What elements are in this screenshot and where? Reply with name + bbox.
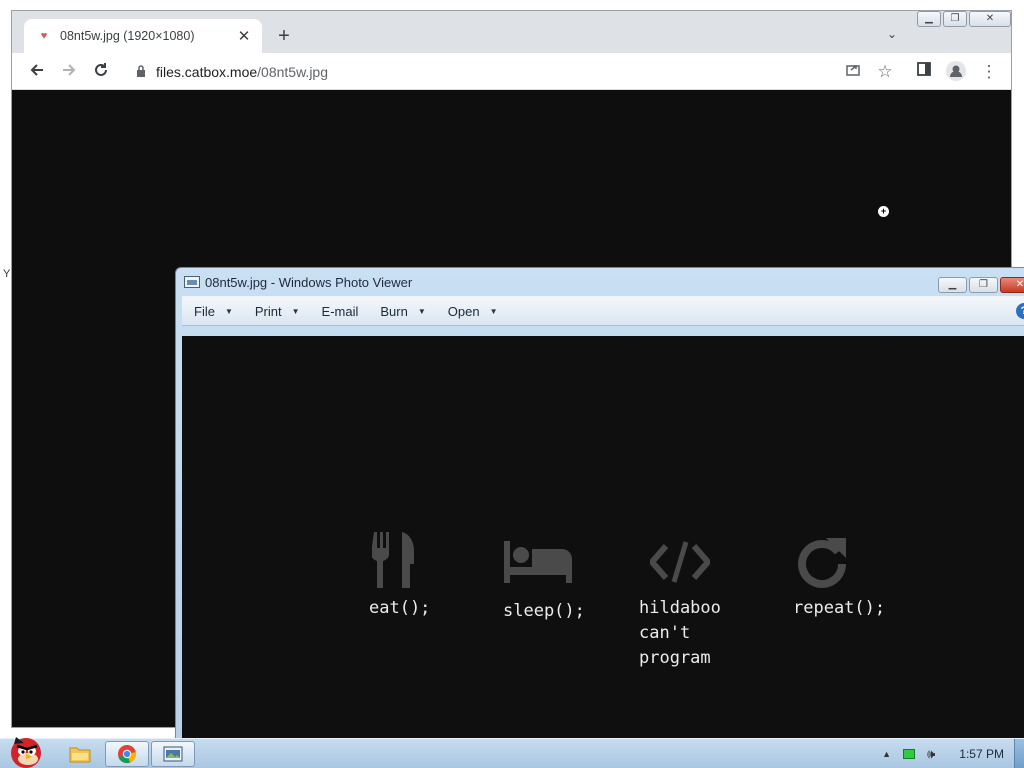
- catbox-favicon-icon: ♥: [40, 30, 48, 42]
- menu-email[interactable]: E-mail: [322, 304, 359, 319]
- photo-canvas[interactable]: eat(); sleep(); hildaboo can't program r…: [182, 336, 1024, 746]
- photo-viewer-icon[interactable]: [151, 741, 195, 767]
- share-icon[interactable]: [842, 61, 864, 83]
- menu-file-label: File: [194, 303, 215, 319]
- code-brackets-icon: [650, 541, 710, 583]
- show-hidden-icons-icon[interactable]: ▲: [882, 749, 891, 759]
- photo-viewer-menubar: File ▼ Print ▼ E-mail Burn ▼ Open ▼ ?: [182, 296, 1024, 326]
- poster-label-code: hildaboo can't program: [639, 598, 721, 668]
- restore-button[interactable]: ❐: [943, 11, 967, 27]
- menu-open[interactable]: Open ▼: [448, 304, 498, 319]
- fork-knife-icon: [372, 532, 414, 588]
- close-button[interactable]: ✕: [969, 11, 1011, 27]
- photo-viewer-titlebar[interactable]: 08nt5w.jpg - Windows Photo Viewer ▁ ❐ ✕: [176, 268, 1024, 296]
- back-arrow-icon[interactable]: [26, 61, 48, 83]
- photo-viewer-title: 08nt5w.jpg - Windows Photo Viewer: [205, 274, 413, 290]
- url-host: files.catbox.moe: [156, 64, 258, 80]
- tab-title: 08nt5w.jpg (1920×1080): [60, 29, 195, 43]
- menu-print-label: Print: [254, 303, 282, 319]
- zoom-cursor-icon: +: [878, 206, 889, 217]
- reload-icon[interactable]: [90, 61, 112, 83]
- menu-print[interactable]: Print ▼: [255, 304, 300, 319]
- bookmark-star-icon[interactable]: ☆: [874, 61, 896, 83]
- menu-burn-label: Burn: [380, 303, 408, 319]
- network-icon[interactable]: [903, 749, 916, 759]
- tab-search-icon[interactable]: ⌄: [884, 27, 900, 43]
- help-icon[interactable]: ?: [1016, 303, 1024, 319]
- photo-viewer-close-button[interactable]: ✕: [1000, 277, 1024, 293]
- photo-viewer-minimize-button[interactable]: ▁: [938, 277, 967, 293]
- new-tab-button[interactable]: +: [274, 25, 294, 47]
- repeat-arrow-icon: [798, 538, 846, 588]
- chevron-down-icon: ▼: [489, 306, 498, 316]
- menu-kebab-icon[interactable]: ⋮: [978, 61, 1000, 83]
- file-explorer-icon[interactable]: [58, 741, 102, 767]
- photo-viewer-window: 08nt5w.jpg - Windows Photo Viewer ▁ ❐ ✕ …: [175, 267, 1024, 747]
- url-path: /08nt5w.jpg: [257, 64, 329, 80]
- profile-icon[interactable]: [945, 61, 967, 83]
- system-tray: ▲ 🕪 1:57 PM: [882, 739, 1004, 768]
- chrome-window-controls: ▁ ❐ ✕: [917, 11, 1011, 27]
- bed-icon: [504, 541, 572, 583]
- menu-email-label: E-mail: [321, 303, 359, 319]
- chevron-down-icon: ▼: [417, 306, 426, 316]
- taskbar: ▲ 🕪 1:57 PM: [0, 737, 1024, 768]
- show-desktop-button[interactable]: [1014, 739, 1024, 768]
- photo-viewer-window-controls: ▁ ❐ ✕: [938, 277, 1024, 293]
- poster-label-repeat: repeat();: [793, 598, 886, 618]
- poster-label-sleep: sleep();: [503, 601, 585, 621]
- chrome-icon[interactable]: [105, 741, 149, 767]
- desktop-edge-text: Y: [3, 268, 11, 280]
- forward-arrow-icon[interactable]: [58, 61, 80, 83]
- browser-tab[interactable]: ♥ 08nt5w.jpg (1920×1080) ✕: [24, 19, 262, 53]
- poster-label-eat: eat();: [369, 598, 431, 618]
- tab-close-icon[interactable]: ✕: [236, 27, 252, 45]
- photo-viewer-restore-button[interactable]: ❐: [969, 277, 998, 293]
- menu-file[interactable]: File ▼: [194, 304, 233, 319]
- photo-viewer-app-icon: [184, 276, 200, 288]
- clock[interactable]: 1:57 PM: [959, 747, 1004, 761]
- angry-birds-start-icon[interactable]: [2, 731, 48, 768]
- menu-burn[interactable]: Burn ▼: [380, 304, 425, 319]
- chevron-down-icon: ▼: [224, 306, 233, 316]
- address-bar[interactable]: files.catbox.moe/08nt5w.jpg: [128, 58, 908, 86]
- menu-open-label: Open: [447, 303, 480, 319]
- volume-icon[interactable]: 🕪: [927, 746, 935, 762]
- tab-strip: ♥ 08nt5w.jpg (1920×1080) ✕ + ⌄ ▁ ❐ ✕: [12, 11, 1011, 53]
- chevron-down-icon: ▼: [291, 306, 300, 316]
- minimize-button[interactable]: ▁: [917, 11, 941, 27]
- lock-icon: [136, 64, 146, 80]
- browser-toolbar: files.catbox.moe/08nt5w.jpg ☆ ⋮: [12, 53, 1011, 90]
- side-panel-icon[interactable]: [913, 61, 935, 83]
